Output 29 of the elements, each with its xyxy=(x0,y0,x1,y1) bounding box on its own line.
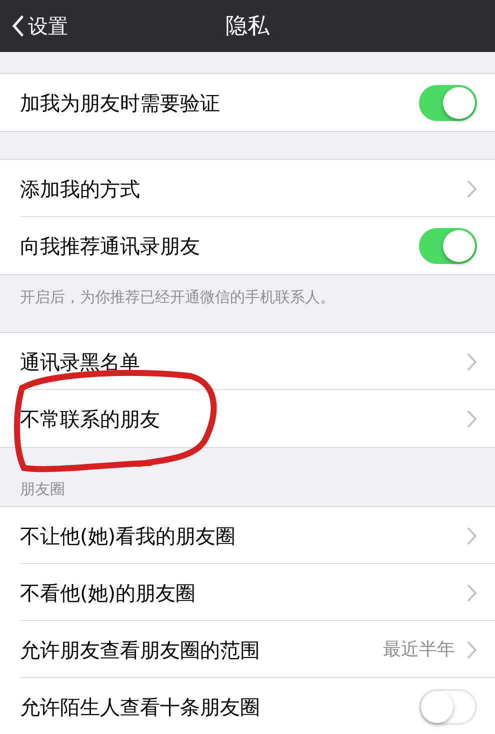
section-header: 朋友圈 xyxy=(20,478,65,500)
row-label: 向我推荐通讯录朋友 xyxy=(20,232,200,260)
settings-row[interactable]: 不看他(她)的朋友圈 xyxy=(0,564,495,621)
chevron-right-icon xyxy=(467,584,477,602)
row-label: 不看他(她)的朋友圈 xyxy=(20,580,196,606)
back-button[interactable]: 设置 xyxy=(0,11,68,41)
row-label: 允许陌生人查看十条朋友圈 xyxy=(20,694,260,720)
settings-row[interactable]: 不常联系的朋友 xyxy=(0,390,495,447)
settings-row[interactable]: 添加我的方式 xyxy=(0,160,495,217)
chevron-right-icon xyxy=(467,410,477,428)
chevron-right-icon xyxy=(467,640,477,658)
settings-row[interactable]: 不让他(她)看我的朋友圈 xyxy=(0,507,495,564)
section-footer: 开启后，为你推荐已经开通微信的手机联系人。 xyxy=(20,288,335,306)
row-label: 不让他(她)看我的朋友圈 xyxy=(20,522,236,550)
row-label: 不常联系的朋友 xyxy=(20,406,160,432)
back-chevron-icon xyxy=(12,15,24,37)
chevron-right-icon xyxy=(467,526,477,544)
row-label: 加我为朋友时需要验证 xyxy=(20,90,220,116)
row-label: 允许朋友查看朋友圈的范围 xyxy=(20,636,260,664)
page-title: 隐私 xyxy=(226,12,270,40)
row-label: 添加我的方式 xyxy=(20,176,140,202)
chevron-right-icon xyxy=(467,180,477,198)
toggle-switch[interactable] xyxy=(419,84,477,120)
row-label: 通讯录黑名单 xyxy=(20,348,140,376)
chevron-right-icon xyxy=(467,352,477,370)
settings-row[interactable]: 允许朋友查看朋友圈的范围 最近半年 xyxy=(0,621,495,678)
settings-row[interactable]: 通讯录黑名单 xyxy=(0,333,495,390)
toggle-switch[interactable] xyxy=(419,228,477,264)
row-value: 最近半年 xyxy=(383,638,455,662)
